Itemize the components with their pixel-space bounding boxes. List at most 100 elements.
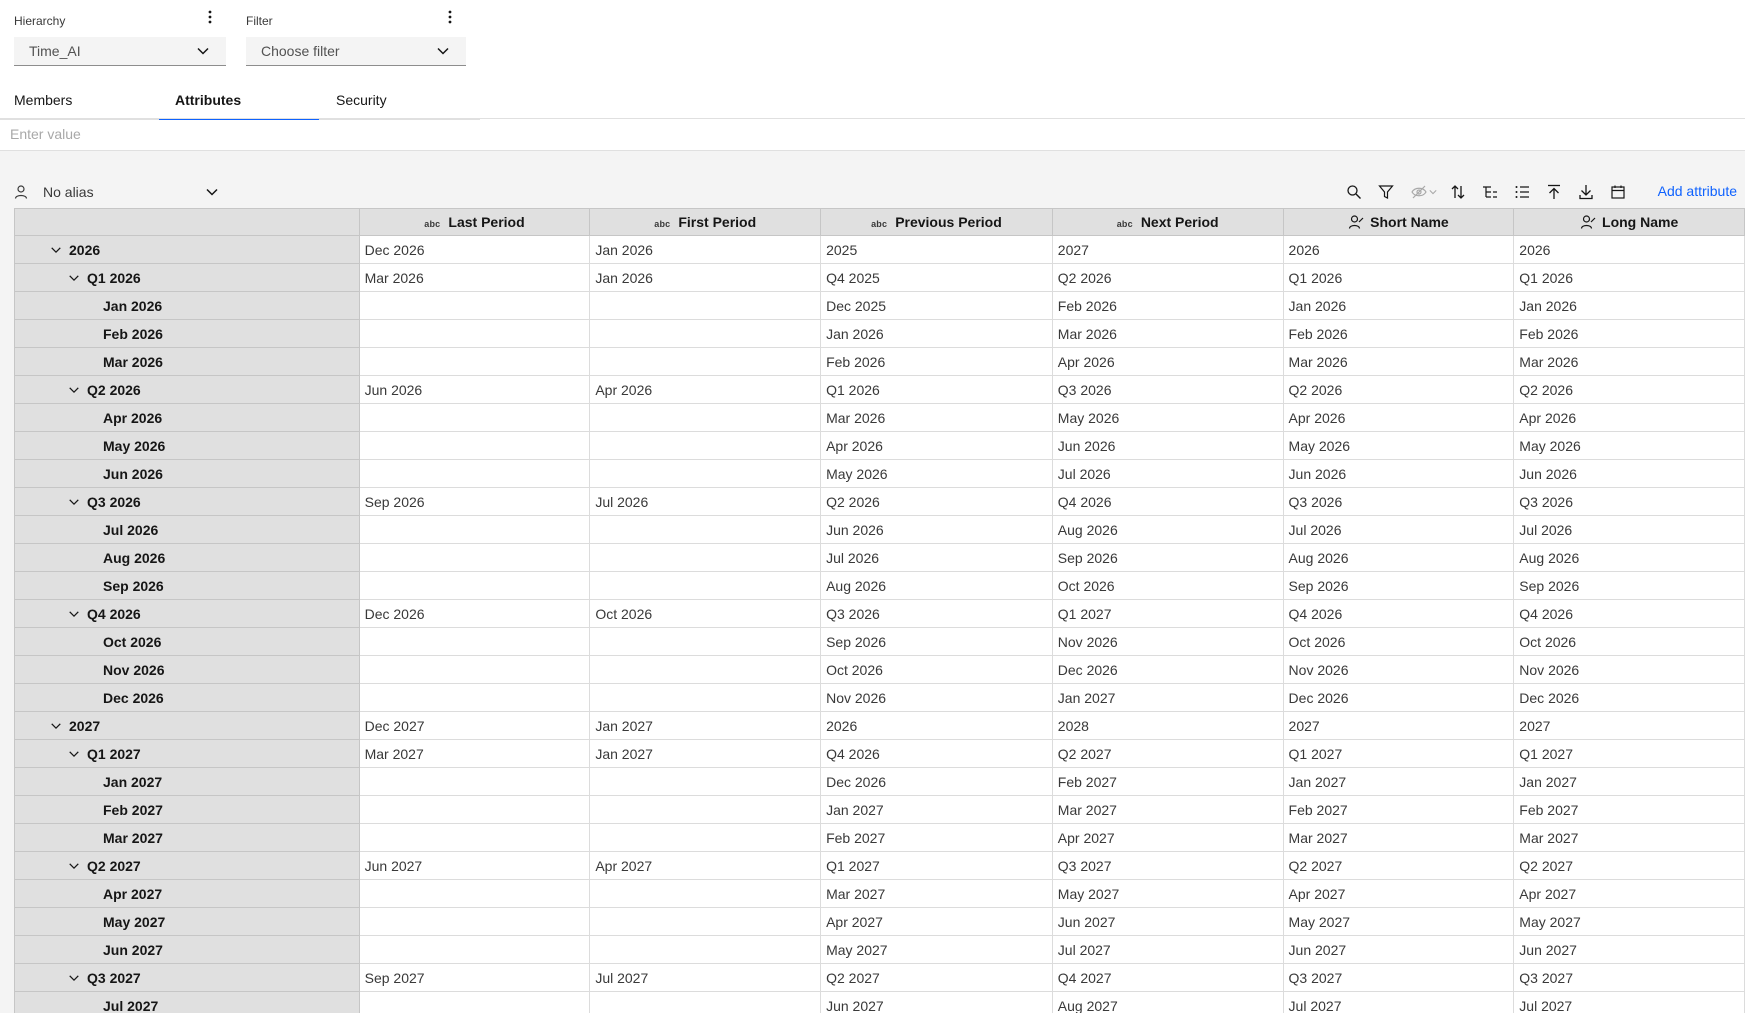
attribute-cell[interactable] xyxy=(358,907,591,936)
attribute-cell[interactable]: Apr 2027 xyxy=(1513,879,1745,908)
attribute-cell[interactable]: Jan 2027 xyxy=(589,711,822,740)
attribute-cell[interactable]: 2028 xyxy=(1051,711,1284,740)
attribute-cell[interactable]: Apr 2026 xyxy=(589,375,822,404)
attribute-cell[interactable]: Q2 2027 xyxy=(820,963,1053,992)
attribute-cell[interactable] xyxy=(358,683,591,712)
table-row[interactable]: Oct 2026 Sep 2026 Nov 2026 Oct 2026 Oct 2026 xyxy=(14,627,1745,656)
attribute-cell[interactable]: Jun 2026 xyxy=(1051,431,1284,460)
filter-overflow-menu-icon[interactable] xyxy=(442,9,458,25)
row-header[interactable]: Jul 2026 xyxy=(14,515,360,544)
attribute-cell[interactable] xyxy=(358,403,591,432)
table-row[interactable]: Q3 2027 Sep 2027 Jul 2027 Q2 2027 Q4 2027 Q3 … xyxy=(14,963,1745,992)
attribute-cell[interactable]: Feb 2027 xyxy=(820,823,1053,852)
attribute-cell[interactable]: Jun 2027 xyxy=(1513,935,1745,964)
attribute-cell[interactable]: Feb 2026 xyxy=(820,347,1053,376)
attribute-cell[interactable]: Q4 2025 xyxy=(820,263,1053,292)
attribute-cell[interactable] xyxy=(589,879,822,908)
attribute-cell[interactable]: Sep 2026 xyxy=(1282,571,1515,600)
row-header[interactable]: Q2 2027 xyxy=(14,851,360,880)
row-header[interactable]: Jun 2026 xyxy=(14,459,360,488)
attribute-cell[interactable]: Aug 2027 xyxy=(1051,991,1284,1013)
hierarchy-dropdown[interactable]: Time_AI xyxy=(14,37,226,66)
attribute-cell[interactable]: Q2 2027 xyxy=(1282,851,1515,880)
attribute-cell[interactable]: Mar 2027 xyxy=(1513,823,1745,852)
attribute-cell[interactable]: Nov 2026 xyxy=(1513,655,1745,684)
hide-icon[interactable] xyxy=(1408,182,1440,202)
column-header-last-period[interactable]: abc Last Period xyxy=(358,208,591,236)
column-header-next-period[interactable]: abc Next Period xyxy=(1051,208,1284,236)
attribute-cell[interactable]: Q4 2026 xyxy=(1051,487,1284,516)
attribute-cell[interactable]: Q1 2026 xyxy=(1513,263,1745,292)
table-row[interactable]: Aug 2026 Jul 2026 Sep 2026 Aug 2026 Aug 2026 xyxy=(14,543,1745,572)
chevron-down-icon[interactable] xyxy=(49,719,63,733)
attribute-cell[interactable]: Dec 2026 xyxy=(358,599,591,628)
column-header-first-period[interactable]: abc First Period xyxy=(589,208,822,236)
attribute-cell[interactable] xyxy=(358,319,591,348)
attribute-cell[interactable]: Feb 2027 xyxy=(1282,795,1515,824)
attribute-cell[interactable] xyxy=(589,627,822,656)
attribute-cell[interactable]: Q4 2026 xyxy=(1282,599,1515,628)
attribute-cell[interactable] xyxy=(358,515,591,544)
attribute-cell[interactable]: 2026 xyxy=(1513,235,1745,264)
attribute-cell[interactable]: Jan 2027 xyxy=(1513,767,1745,796)
column-header-previous-period[interactable]: abc Previous Period xyxy=(820,208,1053,236)
upload-icon[interactable] xyxy=(1544,182,1564,202)
attribute-cell[interactable]: Jul 2027 xyxy=(589,963,822,992)
attribute-cell[interactable]: Q2 2027 xyxy=(1513,851,1745,880)
table-row[interactable]: 2027 Dec 2027 Jan 2027 2026 2028 2027 2027 xyxy=(14,711,1745,740)
list-icon[interactable] xyxy=(1512,182,1532,202)
attribute-cell[interactable] xyxy=(358,627,591,656)
search-input[interactable]: Enter value xyxy=(0,118,1745,150)
attribute-cell[interactable]: Jul 2026 xyxy=(1282,515,1515,544)
attribute-cell[interactable] xyxy=(589,655,822,684)
row-header[interactable]: Q4 2026 xyxy=(14,599,360,628)
attribute-cell[interactable]: Sep 2026 xyxy=(1513,571,1745,600)
attribute-cell[interactable] xyxy=(358,543,591,572)
attribute-cell[interactable]: Aug 2026 xyxy=(820,571,1053,600)
attribute-cell[interactable]: Q4 2026 xyxy=(820,739,1053,768)
attribute-cell[interactable]: Q3 2027 xyxy=(1282,963,1515,992)
attribute-cell[interactable]: Q3 2026 xyxy=(1513,487,1745,516)
hierarchy-overflow-menu-icon[interactable] xyxy=(202,9,218,25)
attribute-cell[interactable]: Q1 2026 xyxy=(820,375,1053,404)
attribute-cell[interactable]: Feb 2026 xyxy=(1051,291,1284,320)
attribute-cell[interactable]: Q2 2026 xyxy=(1513,375,1745,404)
attribute-cell[interactable]: Jun 2026 xyxy=(820,515,1053,544)
attribute-cell[interactable] xyxy=(358,431,591,460)
attribute-cell[interactable]: Oct 2026 xyxy=(1282,627,1515,656)
table-row[interactable]: Jun 2026 May 2026 Jul 2026 Jun 2026 Jun 2026 xyxy=(14,459,1745,488)
calendar-icon[interactable] xyxy=(1608,182,1628,202)
download-icon[interactable] xyxy=(1576,182,1596,202)
table-row[interactable]: Dec 2026 Nov 2026 Jan 2027 Dec 2026 Dec 2026 xyxy=(14,683,1745,712)
chevron-down-icon[interactable] xyxy=(67,607,81,621)
row-header[interactable]: Jul 2027 xyxy=(14,991,360,1013)
attribute-cell[interactable]: Feb 2027 xyxy=(1513,795,1745,824)
attribute-cell[interactable]: Q4 2027 xyxy=(1051,963,1284,992)
attribute-cell[interactable]: May 2027 xyxy=(1051,879,1284,908)
table-row[interactable]: Apr 2026 Mar 2026 May 2026 Apr 2026 Apr 2026 xyxy=(14,403,1745,432)
table-row[interactable]: Mar 2026 Feb 2026 Apr 2026 Mar 2026 Mar 2026 xyxy=(14,347,1745,376)
attribute-cell[interactable] xyxy=(589,403,822,432)
attribute-cell[interactable]: Oct 2026 xyxy=(589,599,822,628)
table-row[interactable]: Jan 2027 Dec 2026 Feb 2027 Jan 2027 Jan 2027 xyxy=(14,767,1745,796)
attribute-cell[interactable]: Mar 2027 xyxy=(1282,823,1515,852)
attribute-cell[interactable]: Jan 2026 xyxy=(820,319,1053,348)
table-row[interactable]: Q2 2027 Jun 2027 Apr 2027 Q1 2027 Q3 2027 Q2 … xyxy=(14,851,1745,880)
attribute-cell[interactable]: Jul 2026 xyxy=(589,487,822,516)
row-header[interactable]: Sep 2026 xyxy=(14,571,360,600)
table-row[interactable]: Mar 2027 Feb 2027 Apr 2027 Mar 2027 Mar 2027 xyxy=(14,823,1745,852)
attribute-cell[interactable] xyxy=(358,795,591,824)
attribute-cell[interactable]: Q1 2026 xyxy=(1282,263,1515,292)
table-row[interactable]: Q4 2026 Dec 2026 Oct 2026 Q3 2026 Q1 2027 Q4 … xyxy=(14,599,1745,628)
attribute-cell[interactable]: Jan 2027 xyxy=(1051,683,1284,712)
attribute-cell[interactable]: Dec 2026 xyxy=(1513,683,1745,712)
chevron-down-icon[interactable] xyxy=(67,971,81,985)
attribute-cell[interactable]: Jun 2026 xyxy=(1282,459,1515,488)
attribute-cell[interactable]: Mar 2026 xyxy=(1051,319,1284,348)
attribute-cell[interactable] xyxy=(589,823,822,852)
attribute-cell[interactable] xyxy=(589,431,822,460)
table-row[interactable]: Feb 2027 Jan 2027 Mar 2027 Feb 2027 Feb 2027 xyxy=(14,795,1745,824)
attribute-cell[interactable] xyxy=(358,767,591,796)
chevron-down-icon[interactable] xyxy=(49,243,63,257)
row-header[interactable]: Q3 2026 xyxy=(14,487,360,516)
